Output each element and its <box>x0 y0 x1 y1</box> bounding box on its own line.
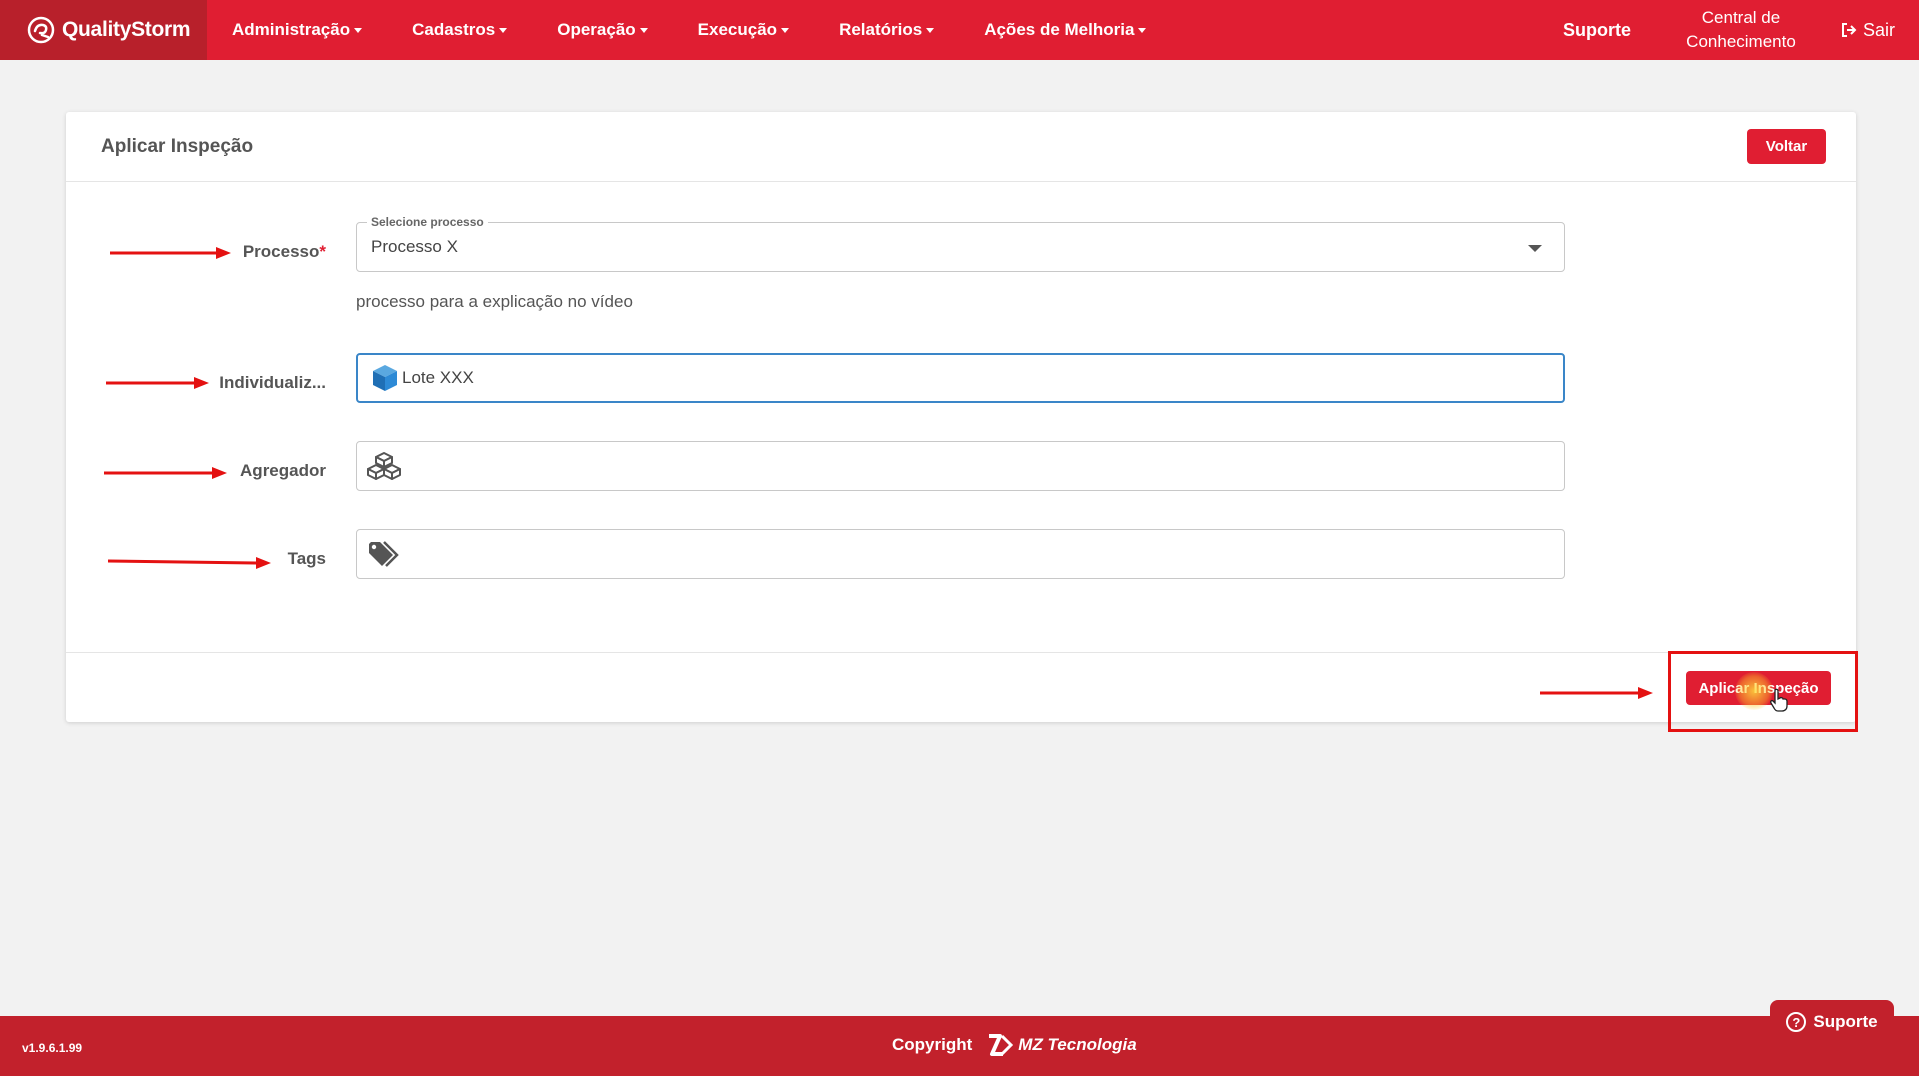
nav-right: Suporte Central de Conhecimento Sair <box>1533 0 1919 60</box>
caret-down-icon <box>639 27 648 33</box>
agregador-field[interactable] <box>356 441 1565 491</box>
processo-select[interactable]: Selecione processo Processo X <box>356 215 1565 272</box>
version-label: v1.9.6.1.99 <box>22 1041 83 1055</box>
dropdown-arrow-icon[interactable] <box>1528 245 1542 252</box>
company-name: MZ Tecnologia <box>1018 1035 1137 1054</box>
nav-cadastros-label: Cadastros <box>412 20 496 39</box>
brand-logo[interactable]: QualityStorm <box>0 0 207 60</box>
nav-sair-link[interactable]: Sair <box>1821 20 1919 41</box>
tags-icon <box>367 537 401 571</box>
nav-operacao-label: Operação <box>557 20 636 39</box>
caret-down-icon <box>1138 27 1147 33</box>
floating-support-label: Suporte <box>1813 1012 1878 1031</box>
nav-central-conhecimento-link[interactable]: Central de Conhecimento <box>1661 6 1821 54</box>
cubes-icon <box>367 449 401 483</box>
main-menu: Administração Cadastros Operação Execuçã… <box>207 0 1171 60</box>
sair-label: Sair <box>1862 19 1895 40</box>
page-title: Aplicar Inspeção <box>101 135 254 157</box>
hand-pointer-cursor-icon <box>1770 688 1788 712</box>
nav-execucao-label: Execução <box>697 20 778 39</box>
nav-operacao[interactable]: Operação <box>532 0 672 60</box>
processo-help-text: processo para a explicação no vídeo <box>356 292 633 311</box>
tags-input[interactable] <box>401 530 1564 578</box>
sign-out-icon <box>1841 23 1857 37</box>
aplicar-inspecao-button[interactable]: Aplicar Inspeção <box>1686 671 1831 705</box>
required-mark: * <box>319 242 326 261</box>
page-footer: v1.9.6.1.99 Copyright MZ Tecnologia <box>0 1016 1919 1076</box>
annotation-arrow-individualizador <box>106 377 209 389</box>
nav-cadastros[interactable]: Cadastros <box>387 0 532 60</box>
individualizador-input[interactable] <box>402 355 1563 401</box>
nav-acoes-de-melhoria[interactable]: Ações de Melhoria <box>959 0 1171 60</box>
question-circle-icon: ? <box>1786 1012 1807 1032</box>
floating-support-button[interactable]: ? Suporte <box>1770 1000 1894 1044</box>
annotation-arrow-agregador <box>104 467 227 479</box>
nav-relatorios[interactable]: Relatórios <box>814 0 959 60</box>
tags-field[interactable] <box>356 529 1565 579</box>
nav-execucao[interactable]: Execução <box>673 0 814 60</box>
nav-central-line1: Central de <box>1701 8 1781 27</box>
nav-relatorios-label: Relatórios <box>839 20 923 39</box>
cube-icon <box>368 361 402 395</box>
copyright-label: Copyright <box>892 1035 973 1054</box>
agregador-input[interactable] <box>401 442 1564 490</box>
nav-suporte-link[interactable]: Suporte <box>1533 20 1661 41</box>
qualitystorm-logo-icon <box>27 16 55 44</box>
nav-acoes-de-melhoria-label: Ações de Melhoria <box>984 20 1135 39</box>
caret-down-icon <box>499 27 508 33</box>
caret-down-icon <box>781 27 790 33</box>
processo-label-text: Processo <box>242 242 320 261</box>
mz-logo-icon <box>989 1034 1014 1056</box>
aplicar-inspecao-card: Aplicar Inspeção Voltar Processo* Seleci… <box>66 112 1856 722</box>
nav-central-line2: Conhecimento <box>1686 32 1796 51</box>
processo-legend: Selecione processo <box>367 215 488 229</box>
annotation-arrow-processo <box>110 247 231 259</box>
caret-down-icon <box>354 27 363 33</box>
copyright: Copyright MZ Tecnologia <box>892 1032 1137 1058</box>
annotation-arrow-submit <box>1540 687 1653 699</box>
processo-selected-value: Processo X <box>371 237 458 256</box>
mz-tecnologia-logo: MZ Tecnologia <box>986 1032 1137 1058</box>
caret-down-icon <box>926 27 935 33</box>
individualizador-field[interactable] <box>356 353 1565 403</box>
annotation-arrow-tags <box>108 557 271 569</box>
card-header: Aplicar Inspeção Voltar <box>66 112 1856 182</box>
nav-administracao-label: Administração <box>232 20 351 39</box>
voltar-button[interactable]: Voltar <box>1747 129 1826 164</box>
top-navbar: QualityStorm Administração Cadastros Ope… <box>0 0 1919 60</box>
nav-administracao[interactable]: Administração <box>207 0 387 60</box>
brand-name: QualityStorm <box>62 18 191 41</box>
